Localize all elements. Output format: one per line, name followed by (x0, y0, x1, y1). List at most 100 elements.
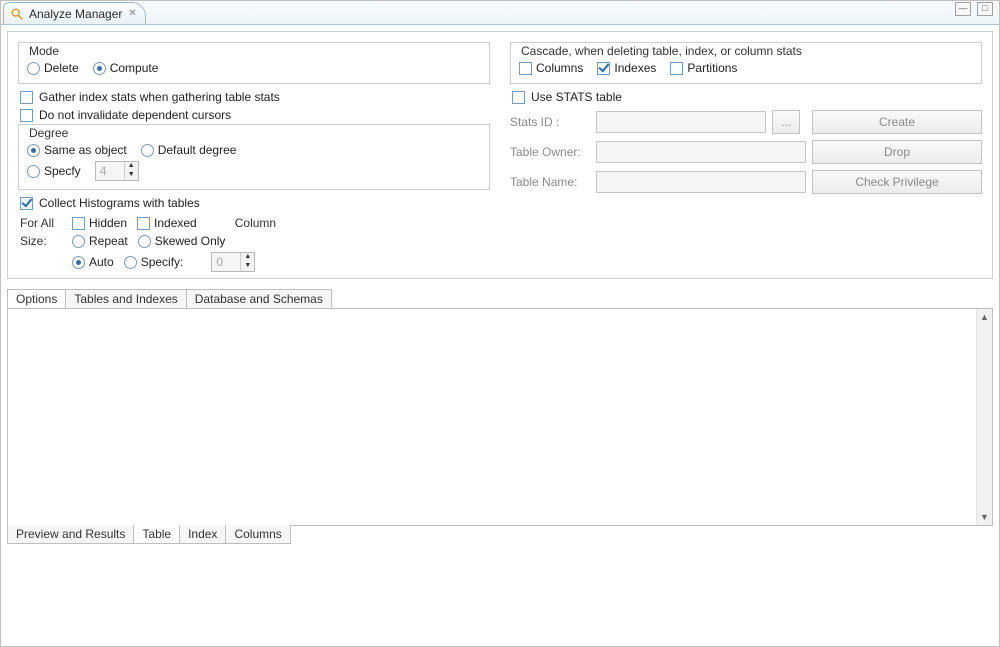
indexed-checkbox[interactable]: Indexed (137, 216, 197, 230)
size-repeat-radio[interactable]: Repeat (72, 234, 128, 248)
use-stats-label: Use STATS table (531, 90, 622, 104)
tab-columns-label: Columns (234, 527, 281, 541)
minimize-button[interactable]: — (955, 2, 971, 16)
size-auto-label: Auto (89, 255, 114, 269)
tab-database-schemas-label: Database and Schemas (195, 292, 323, 306)
size-label: Size: (20, 234, 62, 248)
stats-check-button[interactable]: Check Privilege (812, 170, 982, 194)
stats-id-input[interactable] (596, 111, 766, 133)
radio-icon (27, 144, 40, 157)
spinner-buttons: ▲ ▼ (124, 162, 138, 180)
no-invalidate-checkbox[interactable]: Do not invalidate dependent cursors (18, 106, 490, 124)
radio-icon (138, 235, 151, 248)
histogram-options: For All Hidden Indexed Column Size: (20, 212, 490, 274)
size-specify-input[interactable] (212, 253, 240, 271)
tab-preview-results[interactable]: Preview and Results (7, 525, 134, 544)
size-skewed-radio[interactable]: Skewed Only (138, 234, 226, 248)
tab-database-schemas[interactable]: Database and Schemas (186, 289, 332, 308)
use-stats-checkbox[interactable]: Use STATS table (510, 88, 982, 106)
size-specify-radio[interactable]: Specify: (124, 255, 184, 269)
size-specify-label: Specify: (141, 255, 184, 269)
stats-create-button[interactable]: Create (812, 110, 982, 134)
view-tab-analyze-manager[interactable]: Analyze Manager ✕ (3, 2, 146, 24)
view-tabbar: Analyze Manager ✕ — □ (1, 1, 999, 25)
checkbox-icon (519, 62, 532, 75)
degree-default-label: Default degree (158, 143, 237, 157)
chevron-up-icon[interactable]: ▲ (125, 162, 138, 171)
hidden-checkbox[interactable]: Hidden (72, 216, 127, 230)
chevron-up-icon[interactable]: ▲ (977, 309, 992, 325)
search-icon (10, 7, 24, 21)
degree-default-radio[interactable]: Default degree (141, 143, 237, 157)
chevron-down-icon[interactable]: ▼ (125, 171, 138, 180)
checkbox-icon (670, 62, 683, 75)
size-specify-spinner[interactable]: ▲ ▼ (211, 252, 255, 272)
stats-id-label: Stats ID : (510, 115, 590, 129)
column-label: Column (235, 216, 276, 230)
indexed-label: Indexed (154, 216, 197, 230)
results-area: ▲ ▼ (7, 308, 993, 526)
degree-specify-radio[interactable]: Specfy (27, 164, 81, 178)
degree-specify-label: Specfy (44, 164, 81, 178)
hidden-label: Hidden (89, 216, 127, 230)
bottom-tabs: Preview and Results Table Index Columns (1, 525, 999, 544)
mode-delete-radio[interactable]: Delete (27, 61, 79, 75)
cascade-fieldset: Cascade, when deleting table, index, or … (510, 42, 982, 84)
radio-icon (124, 256, 137, 269)
checkbox-icon (20, 109, 33, 122)
for-all-label: For All (20, 216, 62, 230)
checkbox-icon (20, 91, 33, 104)
stats-browse-button[interactable]: ... (772, 110, 800, 134)
cascade-indexes-checkbox[interactable]: Indexes (597, 61, 656, 75)
stats-create-label: Create (879, 115, 915, 129)
stats-grid: Stats ID : ... Create Table Owner: Drop … (510, 110, 982, 194)
table-name-input[interactable] (596, 171, 806, 193)
tab-columns[interactable]: Columns (225, 525, 290, 544)
chevron-up-icon[interactable]: ▲ (241, 253, 254, 262)
chevron-down-icon[interactable]: ▼ (241, 262, 254, 271)
degree-specify-spinner[interactable]: ▲ ▼ (95, 161, 139, 181)
gather-index-checkbox[interactable]: Gather index stats when gathering table … (18, 88, 490, 106)
mode-compute-radio[interactable]: Compute (93, 61, 159, 75)
vertical-scrollbar[interactable]: ▲ ▼ (976, 309, 992, 525)
table-owner-input[interactable] (596, 141, 806, 163)
view-tab-label: Analyze Manager (29, 7, 122, 21)
radio-icon (27, 165, 40, 178)
mode-fieldset: Mode Delete Compute (18, 42, 490, 84)
mode-delete-label: Delete (44, 61, 79, 75)
gather-index-label: Gather index stats when gathering table … (39, 90, 280, 104)
window-controls: — □ (955, 2, 993, 16)
cascade-columns-label: Columns (536, 61, 583, 75)
no-invalidate-label: Do not invalidate dependent cursors (39, 108, 231, 122)
radio-icon (27, 62, 40, 75)
cascade-partitions-checkbox[interactable]: Partitions (670, 61, 737, 75)
tab-table[interactable]: Table (133, 525, 180, 544)
tab-preview-results-label: Preview and Results (16, 527, 125, 541)
radio-icon (72, 235, 85, 248)
collect-histograms-checkbox[interactable]: Collect Histograms with tables (18, 194, 490, 212)
checkbox-icon (597, 62, 610, 75)
degree-fieldset: Degree Same as object Default degree (18, 124, 490, 190)
checkbox-icon (72, 217, 85, 230)
middle-tabs: Options Tables and Indexes Database and … (1, 289, 999, 308)
tab-index-label: Index (188, 527, 217, 541)
chevron-down-icon[interactable]: ▼ (977, 509, 992, 525)
stats-drop-button[interactable]: Drop (812, 140, 982, 164)
table-name-label: Table Name: (510, 175, 590, 189)
maximize-button[interactable]: □ (977, 2, 993, 16)
close-icon[interactable]: ✕ (127, 9, 137, 19)
size-auto-radio[interactable]: Auto (72, 255, 114, 269)
degree-legend: Degree (27, 126, 481, 140)
radio-icon (72, 256, 85, 269)
cascade-legend: Cascade, when deleting table, index, or … (519, 44, 973, 58)
options-left-column: Mode Delete Compute Gather i (18, 42, 490, 274)
tab-tables-indexes[interactable]: Tables and Indexes (65, 289, 186, 308)
options-panel-inner: Mode Delete Compute Gather i (7, 31, 993, 279)
tab-options[interactable]: Options (7, 289, 66, 308)
cascade-columns-checkbox[interactable]: Columns (519, 61, 583, 75)
mode-compute-label: Compute (110, 61, 159, 75)
degree-specify-input[interactable] (96, 162, 124, 180)
degree-same-radio[interactable]: Same as object (27, 143, 127, 157)
options-panel: Mode Delete Compute Gather i (1, 25, 999, 285)
tab-index[interactable]: Index (179, 525, 226, 544)
